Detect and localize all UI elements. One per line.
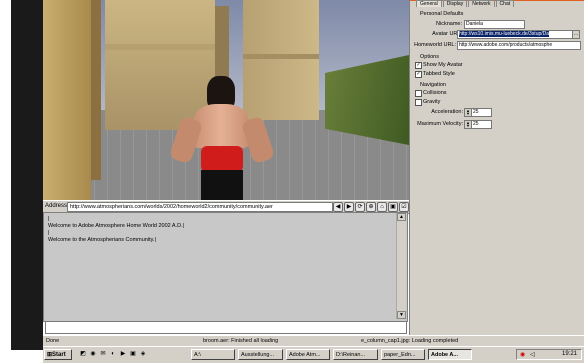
- avatar-pants: [201, 170, 243, 200]
- tabbed-style-label: Tabbed Style: [423, 71, 455, 77]
- navigation-heading: Navigation: [420, 82, 446, 88]
- status-loading-world: broom.aer: Finished all loading: [203, 338, 279, 344]
- tab-network[interactable]: Network: [468, 0, 495, 7]
- homeworld-url-label: Homeworld URL:: [414, 42, 456, 48]
- chat-line: Welcome to the Atmospherians Community.|: [48, 237, 156, 243]
- status-loading-texture: e_column_cap1.jpg: Loading completed: [361, 338, 459, 344]
- window-frame-left: [0, 0, 43, 362]
- status-text: Done: [46, 338, 60, 344]
- quicklaunch-browser-icon[interactable]: ◉: [89, 350, 97, 359]
- avatar-url-browse-button[interactable]: …: [572, 30, 580, 39]
- view-icon[interactable]: ▣: [388, 202, 398, 212]
- collisions-label: Collisions: [423, 90, 447, 96]
- nickname-input[interactable]: Daniela: [464, 20, 525, 29]
- settings-panel: General Display Network Chat Personal De…: [409, 0, 584, 335]
- right-building-ledge: [243, 54, 319, 59]
- left-building-edge: [91, 0, 101, 180]
- start-label: Start: [52, 352, 66, 358]
- gravity-checkbox[interactable]: [415, 99, 422, 106]
- max-velocity-input[interactable]: 25: [471, 120, 492, 129]
- quicklaunch-mail-icon[interactable]: ✉: [99, 350, 107, 359]
- nickname-label: Nickname:: [436, 21, 462, 27]
- tab-chat[interactable]: Chat: [495, 0, 515, 7]
- acceleration-input[interactable]: 25: [471, 108, 492, 117]
- show-my-avatar-checkbox[interactable]: ✓: [415, 62, 422, 69]
- tray-app-icon[interactable]: ◉: [520, 351, 525, 358]
- taskbar-button-active[interactable]: Adobe A...: [428, 349, 472, 360]
- address-input[interactable]: http://www.atmospherians.com/worlds/2002…: [67, 202, 333, 212]
- checkbox-icon[interactable]: ☑: [399, 202, 409, 212]
- taskbar-button[interactable]: A:\: [191, 349, 235, 360]
- taskbar-button[interactable]: Adobe Atm...: [286, 349, 330, 360]
- chat-line: |: [48, 216, 50, 222]
- collisions-checkbox[interactable]: [415, 90, 422, 97]
- quicklaunch-tool-icon[interactable]: ◈: [139, 350, 147, 359]
- taskbar-button[interactable]: Ausstellung...: [238, 349, 283, 360]
- avatar-top: [201, 146, 243, 172]
- chat-line: Welcome to Adobe Atmosphere Home World 2…: [48, 223, 185, 229]
- tray-speaker-icon[interactable]: ◁: [530, 351, 535, 358]
- tabbed-style-checkbox[interactable]: ✓: [415, 71, 422, 78]
- taskbar-button[interactable]: paper_Edn...: [381, 349, 425, 360]
- chat-line: |: [48, 230, 50, 236]
- chat-scrollbar[interactable]: ▲ ▼: [396, 213, 406, 319]
- clock: 19:21: [561, 351, 577, 357]
- forward-icon[interactable]: ▶: [344, 202, 354, 212]
- quicklaunch-app-icon[interactable]: ◐: [109, 350, 117, 359]
- scroll-up-icon[interactable]: ▲: [397, 213, 406, 221]
- settings-tabs: General Display Network Chat: [416, 0, 515, 7]
- chat-log: | Welcome to Adobe Atmosphere Home World…: [43, 212, 408, 322]
- zoom-icon[interactable]: ⊕: [366, 202, 376, 212]
- system-tray: ◉ ◁ 19:21: [516, 349, 582, 360]
- homeworld-url-input[interactable]: http://www.adobe.com/products/atmosphe: [457, 41, 581, 50]
- chat-input[interactable]: [45, 321, 407, 334]
- address-label: Address:: [45, 203, 69, 209]
- right-building: [243, 0, 319, 120]
- gravity-label: Gravity: [423, 99, 441, 105]
- 3d-world-viewport[interactable]: [43, 0, 409, 200]
- options-heading: Options: [420, 54, 439, 60]
- quicklaunch-window-icon[interactable]: ▣: [129, 350, 137, 359]
- acceleration-label: Acceleration:: [431, 109, 463, 115]
- start-button[interactable]: ⊞Start: [44, 349, 72, 360]
- avatar-url-value: http://ws10.imis.mu-luebeck.de/3stup/Da: [459, 31, 550, 37]
- back-icon[interactable]: ◀: [333, 202, 343, 212]
- tab-general[interactable]: General: [416, 0, 442, 7]
- taskbar-button[interactable]: D:\Reinan...: [333, 349, 378, 360]
- reload-icon[interactable]: ⟳: [355, 202, 365, 212]
- show-my-avatar-label: Show My Avatar: [423, 62, 463, 68]
- personal-defaults-heading: Personal Defaults: [420, 11, 464, 17]
- home-icon[interactable]: ⌂: [377, 202, 387, 212]
- scroll-down-icon[interactable]: ▼: [397, 311, 406, 319]
- left-building: [43, 0, 91, 200]
- center-building-ledge: [105, 44, 215, 50]
- max-velocity-label: Maximum Velocity:: [417, 121, 463, 127]
- quicklaunch-desktop-icon[interactable]: ◩: [79, 350, 87, 359]
- quicklaunch-media-icon[interactable]: ▶: [119, 350, 127, 359]
- tab-display[interactable]: Display: [442, 0, 468, 7]
- taskbar: ⊞Start ◩ ◉ ✉ ◐ ▶ ▣ ◈ A:\ Ausstellung... …: [43, 346, 584, 363]
- avatar-url-input[interactable]: http://ws10.imis.mu-luebeck.de/3stup/Da: [457, 30, 573, 39]
